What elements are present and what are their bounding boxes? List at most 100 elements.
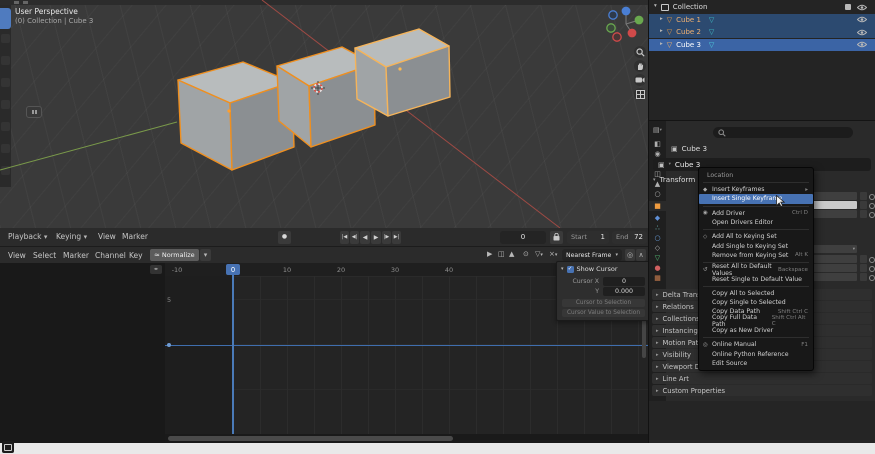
properties-breadcrumb[interactable]: ▣ Cube 3 <box>671 144 707 153</box>
location-x-slider[interactable] <box>812 192 857 200</box>
tab-texture[interactable]: ▦ <box>649 273 666 283</box>
timeline-menu-view[interactable]: View <box>98 232 116 241</box>
tab-object-data[interactable]: ▽ <box>649 253 666 263</box>
cube-3-active[interactable] <box>355 29 450 116</box>
channel-collapse-handle[interactable]: ◂▸ <box>150 265 162 274</box>
section-line-art[interactable]: ▸Line Art <box>652 373 872 384</box>
tab-constraints[interactable]: ◇ <box>649 243 666 253</box>
transform-panel-header[interactable]: ▾ Transform <box>653 175 695 184</box>
cursor-x-field[interactable]: 0 <box>603 277 645 286</box>
graph-menu-view[interactable]: View <box>8 251 26 260</box>
location-y-slider-hover[interactable] <box>812 201 857 209</box>
outliner-collection-row[interactable]: ▾ Collection <box>649 1 875 13</box>
gizmo-y-neg[interactable] <box>607 24 615 32</box>
tab-physics[interactable]: ○ <box>649 233 666 243</box>
timeline-menu-marker[interactable]: Marker <box>122 232 148 241</box>
tab-modifiers[interactable]: ◆ <box>649 213 666 223</box>
graph-menu-select[interactable]: Select <box>33 251 56 260</box>
disclosure-down-icon[interactable]: ▾ <box>654 4 657 10</box>
menu-item-edit-source[interactable]: Edit Source <box>699 359 813 368</box>
lock-icon[interactable] <box>860 255 867 263</box>
menu-item-insert-single-keyframe[interactable]: Insert Single Keyframe <box>699 194 813 203</box>
lock-icon[interactable] <box>860 273 867 281</box>
normalize-options-button[interactable]: ▾ <box>200 249 211 261</box>
navigation-gizmo[interactable] <box>600 2 648 46</box>
menu-item-copy-all-to-selected[interactable]: Copy All to Selected <box>699 289 813 298</box>
menu-item-copy-single-to-selected[interactable]: Copy Single to Selected <box>699 298 813 307</box>
menu-item-remove-keying-set[interactable]: Remove from Keying SetAlt K <box>699 251 813 260</box>
ghost-curves-icon[interactable]: ⊙ <box>523 251 529 258</box>
graph-menu-key[interactable]: Key <box>129 251 143 260</box>
menu-item-reset-single-default[interactable]: Reset Single to Default Value <box>699 274 813 283</box>
pan-view-button[interactable] <box>634 60 646 72</box>
menu-item-open-drivers-editor[interactable]: Open Drivers Editor <box>699 218 813 227</box>
menu-item-online-python-reference[interactable]: Online Python Reference <box>699 349 813 358</box>
rotation-z-slider[interactable] <box>812 273 857 281</box>
lock-icon[interactable] <box>860 201 867 209</box>
animate-decorator-icon[interactable] <box>869 203 875 209</box>
graph-menu-channel[interactable]: Channel <box>95 251 126 260</box>
show-errors-filter-icon[interactable]: ▲ <box>509 251 514 258</box>
menu-item-online-manual[interactable]: ◎Online ManualF1 <box>699 340 813 349</box>
show-hidden-filter-icon[interactable]: ◫ <box>498 251 505 258</box>
jump-to-start-button[interactable]: |◀ <box>340 231 349 244</box>
current-frame-field[interactable]: 0 <box>500 231 546 244</box>
editor-type-selector[interactable]: ▤▾ <box>649 125 666 135</box>
lock-icon[interactable] <box>860 210 867 218</box>
play-button[interactable]: ▶ <box>371 231 381 244</box>
cursor-to-selection-button[interactable]: Cursor to Selection <box>562 299 645 307</box>
gizmo-y-axis[interactable] <box>635 16 644 25</box>
gizmo-z-neg[interactable] <box>609 11 617 19</box>
location-z-slider[interactable] <box>812 210 857 218</box>
video-overlay-icon[interactable] <box>2 441 14 453</box>
menu-item-add-driver[interactable]: ◉ Add DriverCtrl D <box>699 209 813 218</box>
proportional-edit-dropdown[interactable]: ×▾ <box>549 251 557 258</box>
lock-icon[interactable] <box>860 264 867 272</box>
exclude-checkbox-icon[interactable] <box>845 4 851 10</box>
animate-decorator-icon[interactable] <box>869 266 875 272</box>
snap-toggle-button[interactable]: ◎ <box>625 249 635 261</box>
horizontal-scrollbar-thumb[interactable] <box>168 436 453 441</box>
timeline-menu-playback[interactable]: Playback ▾ <box>8 232 47 241</box>
jump-to-end-button[interactable]: ▶| <box>392 231 401 244</box>
next-keyframe-button[interactable]: |▶ <box>382 231 391 244</box>
only-selected-filter-icon[interactable]: ▶ <box>487 251 492 258</box>
orthographic-toggle-button[interactable] <box>634 88 646 100</box>
animate-decorator-icon[interactable] <box>869 194 875 200</box>
outliner-item-cube1[interactable]: ▸ ▽ Cube 1 ▽ <box>649 14 875 26</box>
end-frame-field[interactable]: End 72 <box>612 231 647 244</box>
animate-decorator-icon[interactable] <box>869 257 875 263</box>
snap-mode-dropdown[interactable]: Nearest Frame ▾ <box>562 249 622 261</box>
menu-item-reset-all-defaults[interactable]: ↺Reset All to Default ValuesBackspace <box>699 265 813 274</box>
start-frame-field[interactable]: Start 1 <box>567 231 609 244</box>
eye-icon[interactable] <box>857 29 867 36</box>
rotation-y-slider[interactable] <box>812 264 857 272</box>
graph-channel-region[interactable]: ◂▸ <box>0 263 165 443</box>
cursor-value-line[interactable] <box>165 345 648 346</box>
eye-icon[interactable] <box>857 4 867 11</box>
disclosure-right-icon[interactable]: ▸ <box>660 29 663 35</box>
rotation-mode-dropdown[interactable]: ▾ <box>812 245 857 253</box>
section-custom-properties[interactable]: ▸Custom Properties <box>652 385 872 396</box>
timeline-menu-keying[interactable]: Keying ▾ <box>56 232 87 241</box>
animate-decorator-icon[interactable] <box>869 212 875 218</box>
outliner-item-cube3-active[interactable]: ▸ ▽ Cube 3 ▽ <box>649 39 875 51</box>
rotation-x-slider[interactable] <box>812 255 857 263</box>
lock-icon[interactable] <box>860 192 867 200</box>
play-reverse-button[interactable]: ◀ <box>360 231 370 244</box>
menu-item-insert-keyframes[interactable]: ◆ Insert Keyframes ▸ <box>699 185 813 194</box>
outliner-item-cube2[interactable]: ▸ ▽ Cube 2 ▽ <box>649 26 875 38</box>
lock-frame-range-button[interactable] <box>550 231 563 244</box>
3d-viewport[interactable]: User Perspective (0) Collection | Cube 3 <box>0 0 648 229</box>
animate-decorator-icon[interactable] <box>869 275 875 281</box>
show-cursor-checkbox[interactable]: ✓ <box>567 266 574 273</box>
horizontal-scrollbar[interactable] <box>165 434 648 443</box>
disclosure-right-icon[interactable]: ▸ <box>660 17 663 23</box>
viewport-scene[interactable] <box>0 0 648 228</box>
gizmo-x-neg[interactable] <box>613 33 621 41</box>
camera-view-button[interactable] <box>634 74 646 86</box>
show-cursor-row[interactable]: ▾ ✓ Show Cursor <box>561 265 618 273</box>
normalize-toggle[interactable]: ≈ Normalize <box>150 249 199 261</box>
menu-item-add-single-keying-set[interactable]: Add Single to Keying Set <box>699 241 813 250</box>
auto-keying-button[interactable]: ● <box>278 231 291 244</box>
